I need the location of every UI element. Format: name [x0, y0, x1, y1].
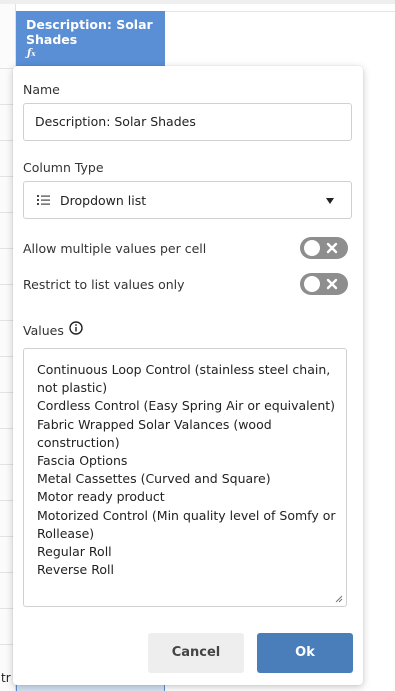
- column-type-label: Column Type: [23, 160, 104, 175]
- sheet-background: Description: Solar Shades ƒx tr Name Des…: [0, 0, 395, 691]
- list-icon: [37, 195, 50, 205]
- restrict-values-toggle[interactable]: [300, 273, 348, 295]
- toggle-knob: [304, 276, 320, 292]
- allow-multiple-label: Allow multiple values per cell: [23, 241, 207, 256]
- info-icon[interactable]: [69, 321, 83, 335]
- close-icon: [326, 278, 338, 290]
- name-label: Name: [23, 82, 60, 97]
- column-properties-panel: Name Description: Solar Shades Column Ty…: [13, 66, 363, 685]
- values-list-text: Continuous Loop Control (stainless steel…: [37, 362, 336, 578]
- restrict-values-label: Restrict to list values only: [23, 277, 185, 292]
- chevron-down-icon: [326, 198, 334, 204]
- cancel-button[interactable]: Cancel: [148, 633, 244, 673]
- column-type-select[interactable]: Dropdown list: [23, 181, 352, 219]
- resize-grip-icon[interactable]: [335, 595, 343, 603]
- values-label: Values: [23, 323, 64, 338]
- column-header-title: Description: Solar Shades: [26, 17, 153, 47]
- fx-icon: ƒx: [27, 48, 36, 59]
- allow-multiple-toggle[interactable]: [300, 237, 348, 259]
- ok-button[interactable]: Ok: [257, 633, 353, 673]
- close-icon: [326, 242, 338, 254]
- cut-off-cell-text: tr: [1, 671, 11, 685]
- header-row-border: [164, 11, 395, 12]
- values-textarea[interactable]: Continuous Loop Control (stainless steel…: [23, 348, 347, 607]
- sheet-top-border: [0, 0, 395, 4]
- column-type-value: Dropdown list: [60, 193, 147, 208]
- column-name-input[interactable]: Description: Solar Shades: [23, 103, 352, 141]
- column-header[interactable]: Description: Solar Shades ƒx: [16, 11, 165, 69]
- toggle-knob: [304, 240, 320, 256]
